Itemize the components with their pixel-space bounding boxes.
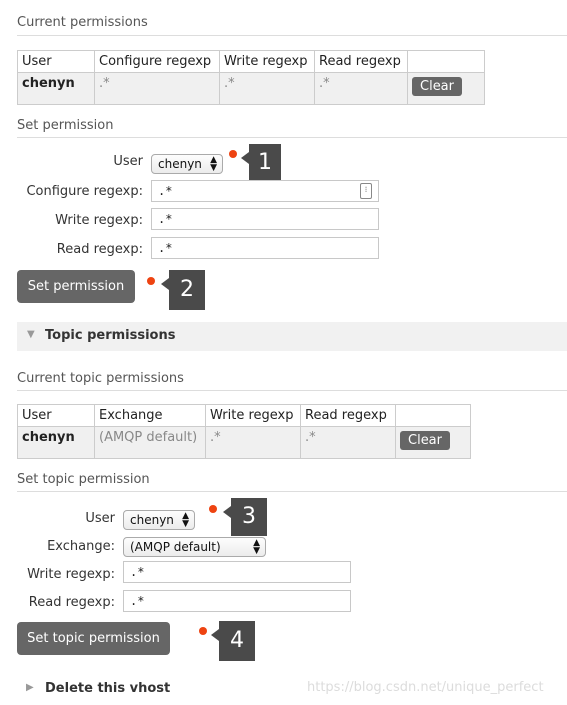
col-configure: Configure regexp xyxy=(94,50,220,73)
cell-read: .* xyxy=(314,72,408,105)
exchange-select[interactable]: (AMQP default) ▲ ▼ xyxy=(123,537,266,557)
exchange-select-value: (AMQP default) xyxy=(130,540,221,554)
divider xyxy=(17,390,567,391)
topic-read-label: Read regexp: xyxy=(28,595,115,610)
delete-vhost-label: Delete this vhost xyxy=(45,681,171,696)
user-label: User xyxy=(113,154,143,169)
current-topic-permissions-title: Current topic permissions xyxy=(17,371,184,386)
col-read: Read regexp xyxy=(314,50,408,73)
cell-exchange: (AMQP default) xyxy=(94,426,206,459)
clear-permission-button[interactable]: Clear xyxy=(412,77,462,96)
delete-vhost-toggle[interactable]: ▶ Delete this vhost xyxy=(26,681,226,699)
topic-permissions-table: User Exchange Write regexp Read regexp c… xyxy=(17,404,471,459)
divider xyxy=(17,491,567,492)
topic-permissions-label: Topic permissions xyxy=(45,328,176,343)
callout-4: 4 xyxy=(211,621,255,661)
table-header-row: User Configure regexp Write regexp Read … xyxy=(17,50,485,73)
cell-write: .* xyxy=(205,426,301,459)
marker-dot xyxy=(147,277,155,285)
cell-configure: .* xyxy=(94,72,220,105)
autofill-key-icon[interactable]: ⁝ xyxy=(360,183,372,199)
col-action xyxy=(407,50,485,73)
callout-3: 3 xyxy=(223,498,267,536)
topic-read-regexp-input[interactable]: .* xyxy=(123,590,351,612)
col-action xyxy=(395,404,471,427)
marker-dot xyxy=(209,505,217,513)
cell-write: .* xyxy=(219,72,315,105)
triangle-down-icon: ▼ xyxy=(27,329,35,340)
cell-action: Clear xyxy=(407,72,485,105)
configure-label: Configure regexp: xyxy=(26,184,143,199)
table-row: chenyn .* .* .* Clear xyxy=(17,72,485,105)
write-label: Write regexp: xyxy=(55,213,143,228)
current-permissions-title: Current permissions xyxy=(17,15,148,30)
topic-write-label: Write regexp: xyxy=(27,567,115,582)
col-write: Write regexp xyxy=(205,404,301,427)
callout-1: 1 xyxy=(241,144,281,182)
col-exchange: Exchange xyxy=(94,404,206,427)
col-user: User xyxy=(17,50,95,73)
watermark: https://blog.csdn.net/unique_perfect xyxy=(307,680,544,695)
clear-topic-permission-button[interactable]: Clear xyxy=(400,431,450,450)
col-read: Read regexp xyxy=(300,404,396,427)
cell-user: chenyn xyxy=(17,72,95,105)
marker-dot xyxy=(199,627,207,635)
topic-write-regexp-input[interactable]: .* xyxy=(123,561,351,583)
col-user: User xyxy=(17,404,95,427)
table-row: chenyn (AMQP default) .* .* Clear xyxy=(17,426,471,459)
col-write: Write regexp xyxy=(219,50,315,73)
table-header-row: User Exchange Write regexp Read regexp xyxy=(17,404,471,427)
user-select-value: chenyn xyxy=(158,157,202,171)
read-regexp-input[interactable]: .* xyxy=(151,237,379,259)
set-topic-permission-title: Set topic permission xyxy=(17,472,150,487)
marker-dot xyxy=(229,150,237,158)
set-permission-title: Set permission xyxy=(17,118,114,133)
set-topic-permission-button[interactable]: Set topic permission xyxy=(17,622,170,655)
set-permission-button[interactable]: Set permission xyxy=(17,270,135,303)
topic-user-label: User xyxy=(85,511,115,526)
configure-value: .* xyxy=(158,184,173,198)
select-arrows-icon: ▲ ▼ xyxy=(253,538,260,556)
triangle-right-icon: ▶ xyxy=(26,682,34,693)
read-label: Read regexp: xyxy=(56,242,143,257)
divider xyxy=(17,137,567,138)
write-regexp-input[interactable]: .* xyxy=(151,208,379,230)
topic-user-select-value: chenyn xyxy=(130,513,174,527)
select-arrows-icon: ▲ ▼ xyxy=(182,511,189,529)
callout-2: 2 xyxy=(161,270,205,310)
divider xyxy=(17,35,567,36)
cell-user: chenyn xyxy=(17,426,95,459)
cell-read: .* xyxy=(300,426,396,459)
exchange-label: Exchange: xyxy=(47,539,115,554)
topic-permissions-toggle[interactable]: ▼ Topic permissions xyxy=(17,322,567,351)
select-arrows-icon: ▲ ▼ xyxy=(210,155,217,173)
configure-regexp-input[interactable]: .* ⁝ xyxy=(151,180,379,202)
topic-user-select[interactable]: chenyn ▲ ▼ xyxy=(123,510,195,530)
permissions-table: User Configure regexp Write regexp Read … xyxy=(17,50,485,105)
cell-action: Clear xyxy=(395,426,471,459)
user-select[interactable]: chenyn ▲ ▼ xyxy=(151,154,223,174)
